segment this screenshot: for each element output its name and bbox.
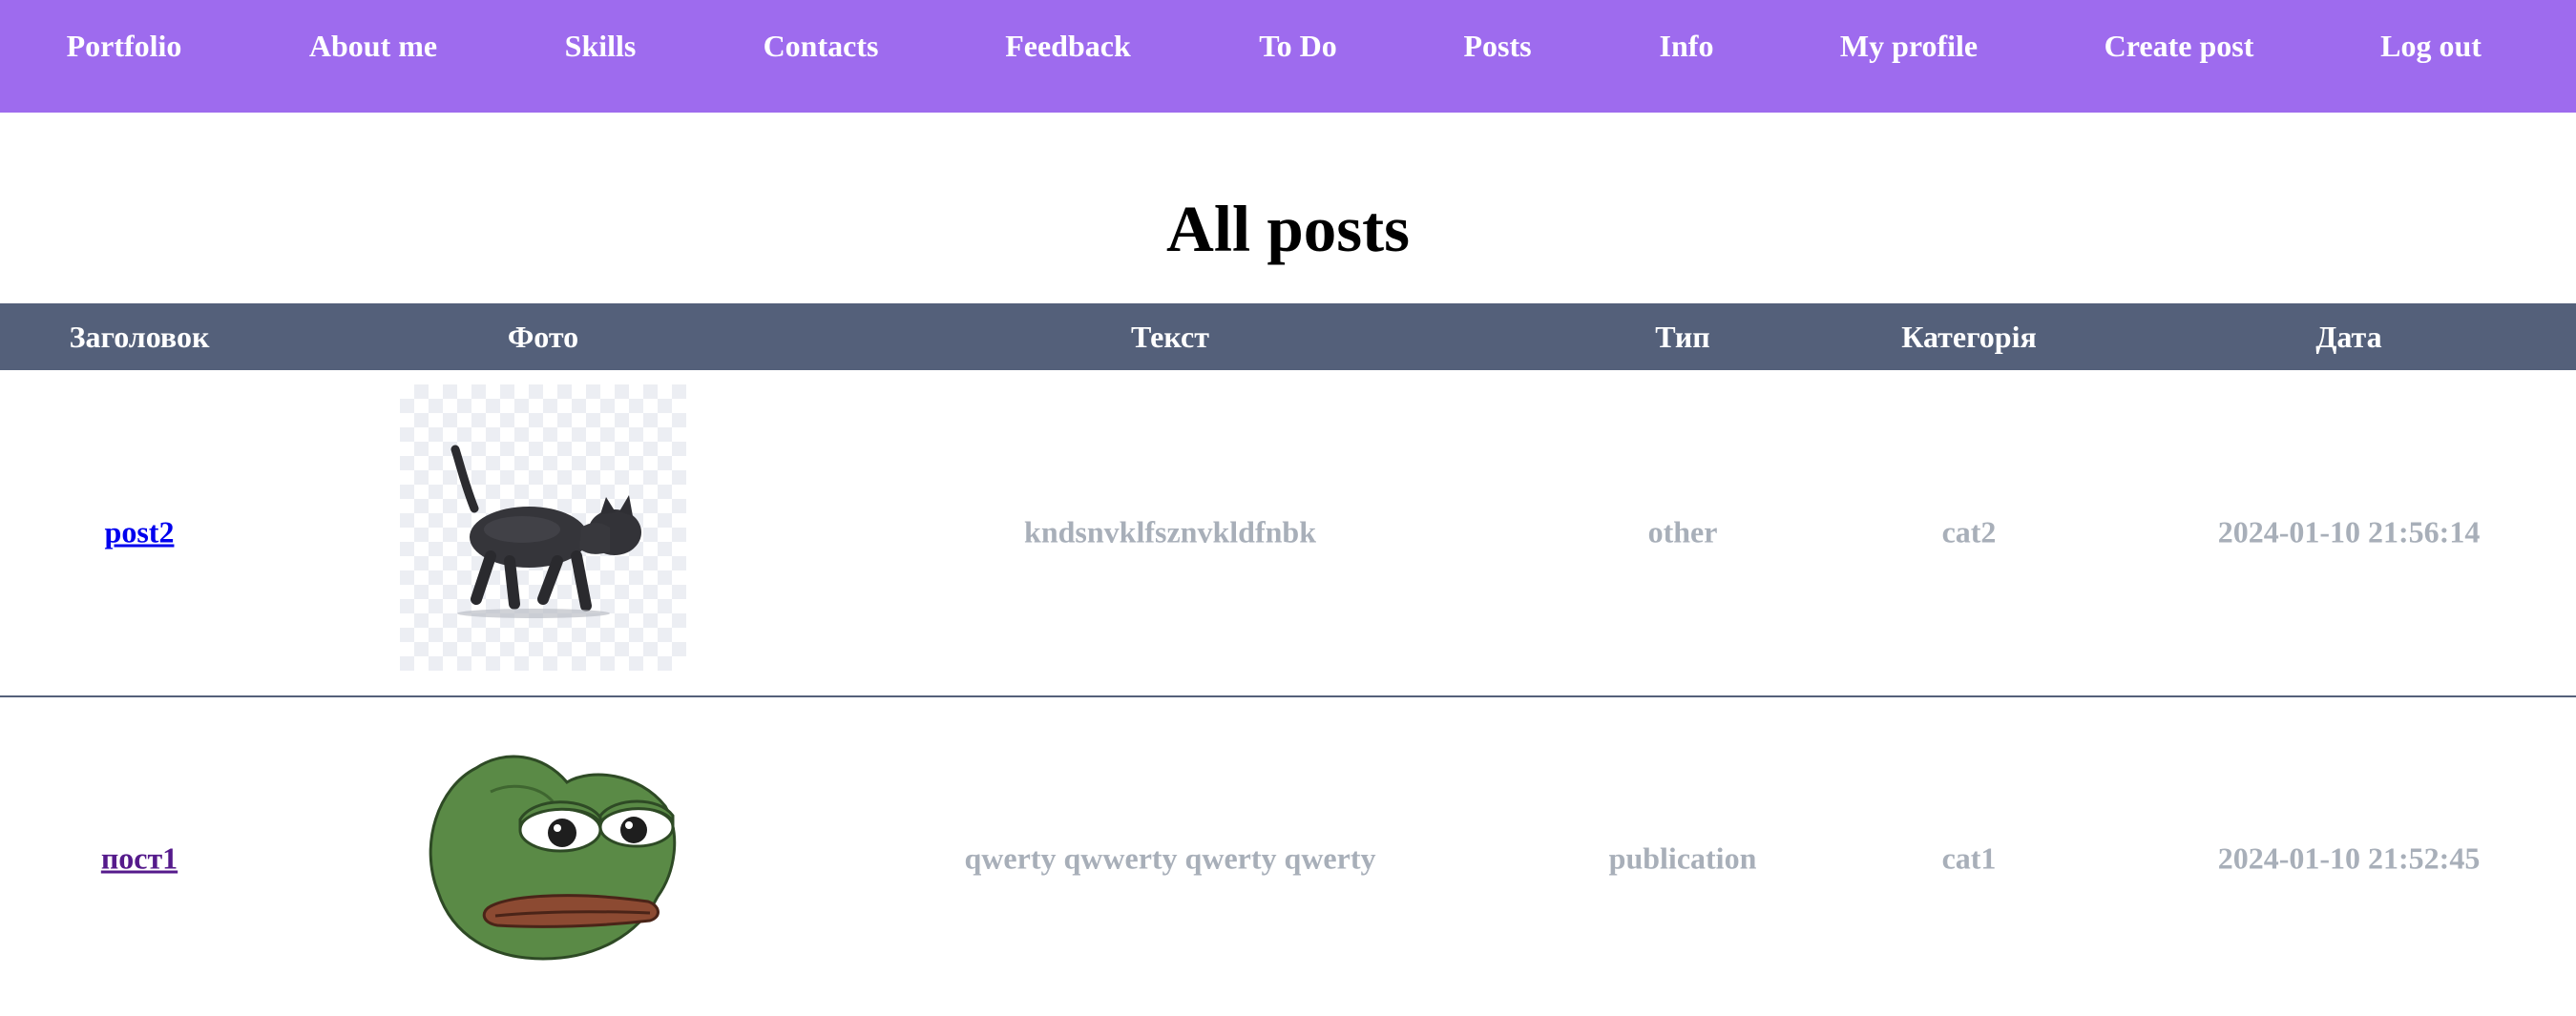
nav-contacts[interactable]: Contacts: [764, 23, 879, 69]
post-title-link[interactable]: пост1: [101, 841, 178, 877]
post-text: qwerty qwwerty qwerty qwerty: [964, 840, 1376, 876]
post-title-link[interactable]: post2: [105, 515, 175, 550]
nav-feedback[interactable]: Feedback: [1005, 23, 1131, 69]
nav-posts[interactable]: Posts: [1463, 23, 1531, 69]
header-category: Категорія: [1901, 320, 2037, 354]
walking-cat-image: [400, 384, 686, 671]
post-type: other: [1647, 514, 1718, 549]
nav-skills[interactable]: Skills: [565, 23, 637, 69]
page-title: All posts: [1166, 193, 1410, 265]
table-row: post2 kndsnvklfsznvkldfnbk other cat2 20…: [0, 370, 2576, 697]
header-date: Дата: [2315, 320, 2382, 354]
post-category: cat1: [1941, 840, 1997, 876]
header-photo: Фото: [507, 320, 579, 354]
nav-about-me[interactable]: About me: [309, 23, 437, 69]
header-type: Тип: [1655, 320, 1710, 354]
header-title: Заголовок: [69, 320, 210, 354]
sad-frog-image: [400, 730, 686, 978]
table-row: пост1 qwerty qwwerty qwerty qwerty publi…: [0, 697, 2576, 1016]
nav-create-post[interactable]: Create post: [2105, 23, 2254, 69]
nav-portfolio[interactable]: Portfolio: [67, 23, 182, 69]
top-navbar: Portfolio About me Skills Contacts Feedb…: [0, 0, 2576, 113]
posts-table-header: Заголовок Фото Текст Тип Категорія Дата: [0, 303, 2576, 370]
post-text: kndsnvklfsznvkldfnbk: [1024, 514, 1316, 549]
nav-todo[interactable]: To Do: [1259, 23, 1337, 69]
post-type: publication: [1608, 840, 1757, 876]
nav-info[interactable]: Info: [1660, 23, 1714, 69]
post-category: cat2: [1941, 514, 1997, 549]
cat-illustration: [450, 445, 641, 618]
post-date: 2024-01-10 21:52:45: [2217, 840, 2481, 876]
frog-illustration: [429, 755, 677, 961]
nav-log-out[interactable]: Log out: [2380, 23, 2482, 69]
nav-my-profile[interactable]: My profile: [1840, 23, 1978, 69]
header-text: Текст: [1131, 320, 1209, 354]
post-date: 2024-01-10 21:56:14: [2217, 514, 2481, 549]
